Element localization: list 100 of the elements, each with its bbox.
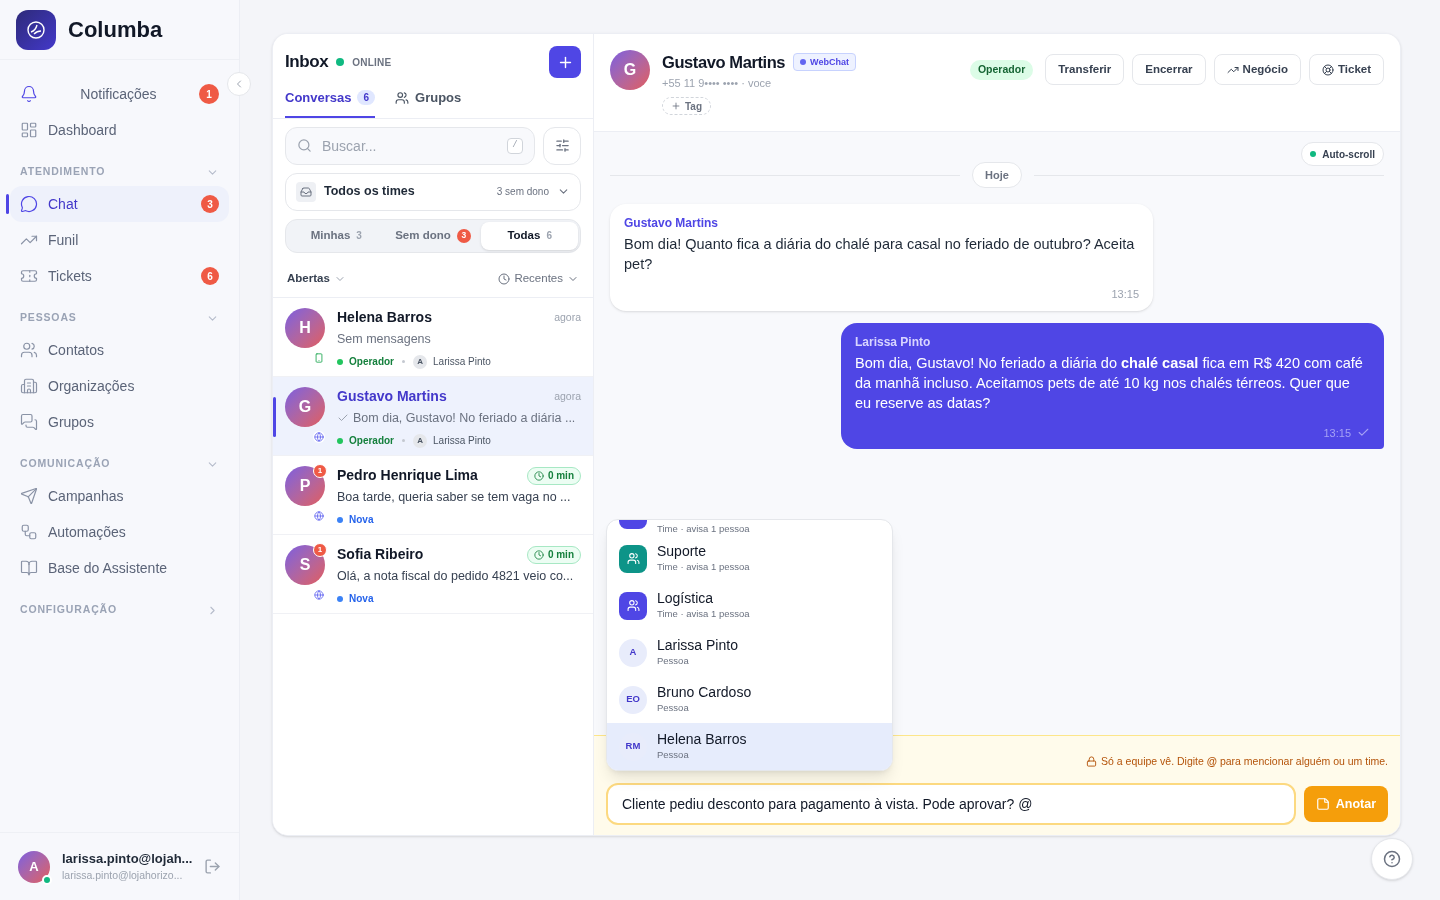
team-selector[interactable]: Todos os times 3 sem dono [285, 172, 581, 211]
clock-icon [498, 272, 511, 285]
bell-icon [20, 85, 38, 103]
contact-name: Gustavo Martins [662, 52, 786, 73]
globe-icon [314, 510, 324, 521]
sidebar-item[interactable]: Campanhas [10, 478, 229, 514]
contact-phone: +55 11 9•••• •••• · voce [662, 75, 773, 91]
user-name: larissa.pinto@lojah... [62, 849, 192, 868]
status-label: Operador [349, 355, 394, 370]
inbox-icon [296, 181, 316, 202]
received-message: Gustavo Martins Bom dia! Quanto fica a diária do chalé para casal no feriado de outubro? Aceita pet? 13:15 [610, 204, 1153, 311]
note-icon [1315, 797, 1330, 811]
wait-badge: 0 min [526, 466, 581, 485]
agent-name: Larissa Pinto [433, 355, 491, 370]
mention-option[interactable]: A Larissa Pinto Pessoa [607, 629, 892, 676]
plus-icon [671, 101, 681, 112]
status-filter[interactable]: Abertas [287, 269, 346, 288]
status-badge: Operador [969, 59, 1034, 80]
mention-option[interactable]: EO Bruno Cardoso Pessoa [607, 676, 892, 723]
contact-name: Gustavo Martins [337, 387, 447, 406]
flow-icon [20, 523, 38, 541]
sliders-icon [554, 138, 570, 153]
segment-tab[interactable]: Sem dono 3 [384, 221, 482, 250]
message-time: agora [554, 388, 581, 404]
building-icon [20, 377, 38, 395]
contact-avatar: G [285, 386, 325, 427]
sidebar-item[interactable]: Dashboard [10, 112, 229, 148]
mention-subtitle: Time · avisa 1 pessoa [657, 523, 750, 535]
help-button[interactable] [1371, 838, 1413, 880]
sidebar-item[interactable]: Grupos [10, 404, 229, 440]
mention-option[interactable]: RM Helena Barros Pessoa [607, 723, 892, 770]
unread-badge: 1 [313, 463, 327, 478]
contact-name: Sofia Ribeiro [337, 545, 424, 564]
wait-badge: 0 min [526, 545, 581, 564]
logo-icon [16, 9, 56, 50]
message-preview: Olá, a nota fiscal do pedido 4821 veio co... [337, 567, 574, 585]
lifebuoy-icon [1321, 63, 1334, 76]
message-preview: Sem mensagens [337, 330, 431, 348]
paper-plane-icon [20, 487, 38, 505]
count-badge: 3 [201, 195, 219, 213]
sidebar-item[interactable]: Funil [10, 222, 229, 258]
person-avatar: EO [619, 685, 647, 714]
mention-option[interactable]: Suporte Time · avisa 1 pessoa [607, 535, 892, 582]
agent-avatar: A [413, 433, 427, 448]
count-badge: 6 [201, 267, 219, 285]
sidebar-item[interactable]: Base do Assistente [10, 550, 229, 586]
inbox-tab[interactable]: Grupos [395, 84, 462, 118]
chat-bubble-icon [20, 195, 38, 213]
status-label: Operador [349, 434, 394, 449]
sent-message: Larissa Pinto Bom dia, Gustavo! No feriado a diária do chalé casal fica em R$ 420 com café da manhã incluso. Aceitamos pets de até 10 kg nos chalés térreos. Quer que eu reserve as datas? 13:15 [841, 322, 1384, 449]
unread-badge: 1 [313, 542, 327, 557]
count-badge: 1 [199, 84, 219, 104]
sidebar-item[interactable]: Tickets 6 [10, 258, 229, 294]
status-label: Nova [349, 592, 374, 607]
header-action-button[interactable]: Negócio [1213, 54, 1301, 85]
header-action-button[interactable]: Encerrar [1132, 54, 1206, 85]
note-hint: Só a equipe vê. Digite @ para mencionar alguém ou um time. [1101, 753, 1388, 769]
lock-icon [1086, 756, 1098, 767]
brand-name: Columba [68, 16, 163, 44]
agent-avatar: A [413, 354, 427, 369]
note-input[interactable]: Cliente pediu desconto para pagamento à vista. Pode aprovar? @ [606, 783, 1296, 825]
status-label: Nova [349, 513, 374, 528]
contact-avatar: H [285, 307, 325, 348]
filter-button[interactable] [543, 126, 581, 165]
channel-badge: WebChat [793, 53, 856, 72]
message-preview: Bom dia, Gustavo! No feriado a diária ... [353, 409, 576, 427]
mention-option[interactable]: Logística Time · avisa 1 pessoa [607, 582, 892, 629]
people-icon [20, 341, 38, 359]
new-conversation-button[interactable] [549, 46, 581, 78]
chat-bubbles-icon [20, 413, 38, 431]
header-action-button[interactable]: Transferir [1045, 54, 1125, 85]
online-status: ONLINE [352, 55, 392, 70]
sidebar-item[interactable]: Automações [10, 514, 229, 550]
segment-tab[interactable]: Minhas 3 [288, 221, 385, 250]
inbox-title: Inbox [285, 51, 329, 74]
user-avatar: A [18, 850, 50, 883]
sidebar-item[interactable]: Organizações [10, 368, 229, 404]
person-avatar: A [619, 638, 647, 667]
notifications-item[interactable]: Notificações 1 [10, 76, 229, 112]
message-time: agora [554, 309, 581, 325]
message-preview: Boa tarde, queria saber se tem vaga no ... [337, 488, 571, 506]
people-icon [395, 90, 410, 105]
book-icon [20, 559, 38, 577]
user-email: larissa.pinto@lojahorizo... [62, 868, 184, 884]
segment-tab[interactable]: Todas 6 [481, 221, 578, 250]
globe-icon [314, 431, 324, 442]
help-icon [1383, 850, 1401, 868]
ticket-icon [20, 267, 38, 285]
header-action-button[interactable]: Ticket [1308, 54, 1384, 85]
dashboard-icon [20, 121, 38, 139]
conversation-item[interactable]: G Gustavo Martins agora Bom dia, Gustavo! No feriado a diária ... Operador A Larissa Pinto [273, 376, 593, 456]
sort-selector[interactable]: Recentes [498, 269, 579, 288]
auto-scroll-toggle[interactable]: Auto-scroll [1301, 142, 1384, 166]
contact-name: Helena Barros [337, 308, 432, 327]
sidebar-item[interactable]: Contatos [10, 332, 229, 368]
inbox-tab[interactable]: Conversas 6 [285, 84, 376, 118]
search-icon [297, 138, 312, 153]
logout-icon[interactable] [204, 858, 221, 875]
globe-icon [314, 589, 324, 600]
phone-icon [314, 352, 324, 363]
